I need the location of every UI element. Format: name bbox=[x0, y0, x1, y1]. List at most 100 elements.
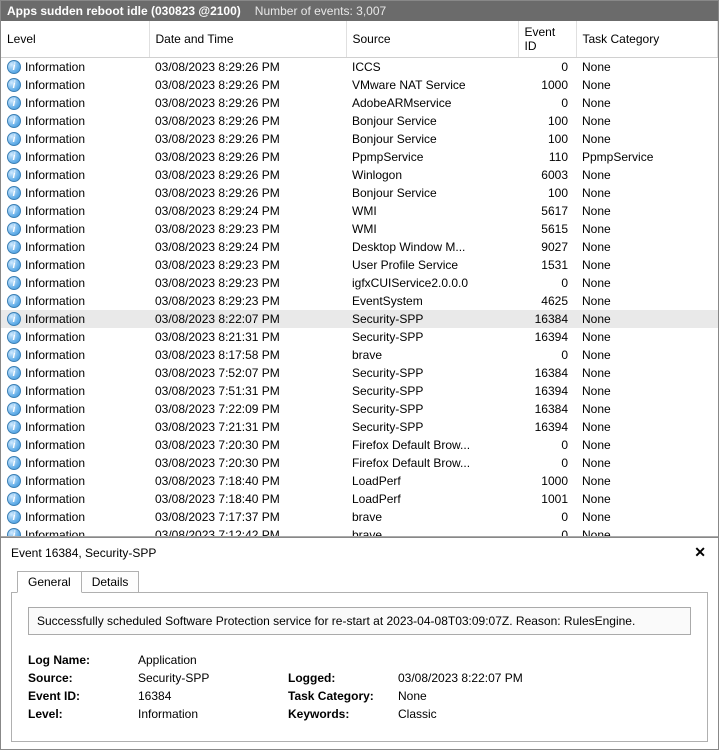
eventid-cell: 5615 bbox=[518, 220, 576, 238]
table-row[interactable]: Information03/08/2023 8:29:26 PMICCS0Non… bbox=[1, 58, 718, 77]
source-cell: LoadPerf bbox=[346, 490, 518, 508]
task-cell: None bbox=[576, 274, 718, 292]
col-header-task[interactable]: Task Category bbox=[576, 21, 718, 58]
lbl-task: Task Category: bbox=[288, 689, 398, 703]
level-text: Information bbox=[25, 221, 85, 237]
level-text: Information bbox=[25, 473, 85, 489]
detail-tabs: General Details bbox=[17, 571, 718, 593]
val-task: None bbox=[398, 689, 598, 703]
event-grid-scroll[interactable]: Level Date and Time Source Event ID Task… bbox=[1, 21, 718, 536]
source-cell: brave bbox=[346, 526, 518, 536]
level-text: Information bbox=[25, 455, 85, 471]
information-icon bbox=[7, 96, 21, 110]
information-icon bbox=[7, 204, 21, 218]
table-row[interactable]: Information03/08/2023 8:29:26 PMBonjour … bbox=[1, 112, 718, 130]
eventid-cell: 6003 bbox=[518, 166, 576, 184]
tab-general[interactable]: General bbox=[17, 571, 82, 593]
source-cell: LoadPerf bbox=[346, 472, 518, 490]
table-row[interactable]: Information03/08/2023 8:22:07 PMSecurity… bbox=[1, 310, 718, 328]
information-icon bbox=[7, 240, 21, 254]
col-header-date[interactable]: Date and Time bbox=[149, 21, 346, 58]
detail-title: Event 16384, Security-SPP bbox=[11, 546, 156, 560]
tab-details[interactable]: Details bbox=[81, 571, 140, 593]
date-cell: 03/08/2023 8:29:26 PM bbox=[149, 112, 346, 130]
eventid-cell: 16384 bbox=[518, 310, 576, 328]
table-row[interactable]: Information03/08/2023 8:29:24 PMDesktop … bbox=[1, 238, 718, 256]
information-icon bbox=[7, 132, 21, 146]
table-row[interactable]: Information03/08/2023 8:29:23 PMWMI5615N… bbox=[1, 220, 718, 238]
level-text: Information bbox=[25, 491, 85, 507]
information-icon bbox=[7, 438, 21, 452]
date-cell: 03/08/2023 7:18:40 PM bbox=[149, 472, 346, 490]
table-row[interactable]: Information03/08/2023 8:29:23 PMigfxCUIS… bbox=[1, 274, 718, 292]
date-cell: 03/08/2023 7:51:31 PM bbox=[149, 382, 346, 400]
task-cell: None bbox=[576, 238, 718, 256]
table-row[interactable]: Information03/08/2023 8:29:26 PMWinlogon… bbox=[1, 166, 718, 184]
eventid-cell: 100 bbox=[518, 184, 576, 202]
eventid-cell: 9027 bbox=[518, 238, 576, 256]
eventid-cell: 16394 bbox=[518, 328, 576, 346]
table-row[interactable]: Information03/08/2023 7:21:31 PMSecurity… bbox=[1, 418, 718, 436]
col-header-source[interactable]: Source bbox=[346, 21, 518, 58]
event-grid: Level Date and Time Source Event ID Task… bbox=[1, 21, 718, 536]
table-row[interactable]: Information03/08/2023 7:22:09 PMSecurity… bbox=[1, 400, 718, 418]
table-row[interactable]: Information03/08/2023 8:29:26 PMAdobeARM… bbox=[1, 94, 718, 112]
table-row[interactable]: Information03/08/2023 7:20:30 PMFirefox … bbox=[1, 436, 718, 454]
level-text: Information bbox=[25, 437, 85, 453]
table-row[interactable]: Information03/08/2023 8:29:24 PMWMI5617N… bbox=[1, 202, 718, 220]
information-icon bbox=[7, 258, 21, 272]
table-row[interactable]: Information03/08/2023 8:29:26 PMBonjour … bbox=[1, 130, 718, 148]
col-header-level[interactable]: Level bbox=[1, 21, 149, 58]
eventid-cell: 4625 bbox=[518, 292, 576, 310]
val-keywords: Classic bbox=[398, 707, 598, 721]
lbl-level: Level: bbox=[28, 707, 138, 721]
information-icon bbox=[7, 294, 21, 308]
event-count: Number of events: 3,007 bbox=[255, 1, 386, 21]
level-text: Information bbox=[25, 185, 85, 201]
information-icon bbox=[7, 492, 21, 506]
table-row[interactable]: Information03/08/2023 8:29:23 PMUser Pro… bbox=[1, 256, 718, 274]
col-header-eventid[interactable]: Event ID bbox=[518, 21, 576, 58]
window-title: Apps sudden reboot idle (030823 @2100) bbox=[7, 1, 241, 21]
level-text: Information bbox=[25, 401, 85, 417]
eventid-cell: 110 bbox=[518, 148, 576, 166]
task-cell: None bbox=[576, 382, 718, 400]
source-cell: Security-SPP bbox=[346, 418, 518, 436]
table-row[interactable]: Information03/08/2023 8:29:23 PMEventSys… bbox=[1, 292, 718, 310]
eventid-cell: 1000 bbox=[518, 76, 576, 94]
information-icon bbox=[7, 222, 21, 236]
table-row[interactable]: Information03/08/2023 7:18:40 PMLoadPerf… bbox=[1, 490, 718, 508]
table-row[interactable]: Information03/08/2023 7:51:31 PMSecurity… bbox=[1, 382, 718, 400]
lbl-logged: Logged: bbox=[288, 671, 398, 685]
source-cell: brave bbox=[346, 346, 518, 364]
table-row[interactable]: Information03/08/2023 7:12:42 PMbrave0No… bbox=[1, 526, 718, 536]
eventid-cell: 0 bbox=[518, 274, 576, 292]
table-row[interactable]: Information03/08/2023 8:17:58 PMbrave0No… bbox=[1, 346, 718, 364]
task-cell: None bbox=[576, 436, 718, 454]
date-cell: 03/08/2023 8:29:26 PM bbox=[149, 130, 346, 148]
task-cell: None bbox=[576, 310, 718, 328]
eventid-cell: 0 bbox=[518, 94, 576, 112]
eventid-cell: 0 bbox=[518, 436, 576, 454]
table-row[interactable]: Information03/08/2023 8:21:31 PMSecurity… bbox=[1, 328, 718, 346]
table-row[interactable]: Information03/08/2023 8:29:26 PMPpmpServ… bbox=[1, 148, 718, 166]
task-cell: None bbox=[576, 292, 718, 310]
source-cell: Winlogon bbox=[346, 166, 518, 184]
val-eventid: 16384 bbox=[138, 689, 288, 703]
task-cell: None bbox=[576, 112, 718, 130]
table-row[interactable]: Information03/08/2023 8:29:26 PMVMware N… bbox=[1, 76, 718, 94]
task-cell: None bbox=[576, 202, 718, 220]
level-text: Information bbox=[25, 203, 85, 219]
source-cell: EventSystem bbox=[346, 292, 518, 310]
eventid-cell: 1531 bbox=[518, 256, 576, 274]
table-row[interactable]: Information03/08/2023 7:52:07 PMSecurity… bbox=[1, 364, 718, 382]
task-cell: None bbox=[576, 400, 718, 418]
information-icon bbox=[7, 78, 21, 92]
table-row[interactable]: Information 03/08/2023 7:18:40 PMLoadPerf… bbox=[1, 472, 718, 490]
eventid-cell: 5617 bbox=[518, 202, 576, 220]
table-row[interactable]: Information03/08/2023 7:17:37 PMbrave0No… bbox=[1, 508, 718, 526]
table-row[interactable]: Information03/08/2023 7:20:30 PMFirefox … bbox=[1, 454, 718, 472]
table-row[interactable]: Information03/08/2023 8:29:26 PMBonjour … bbox=[1, 184, 718, 202]
information-icon bbox=[7, 528, 21, 536]
close-icon[interactable]: ✕ bbox=[690, 544, 710, 561]
